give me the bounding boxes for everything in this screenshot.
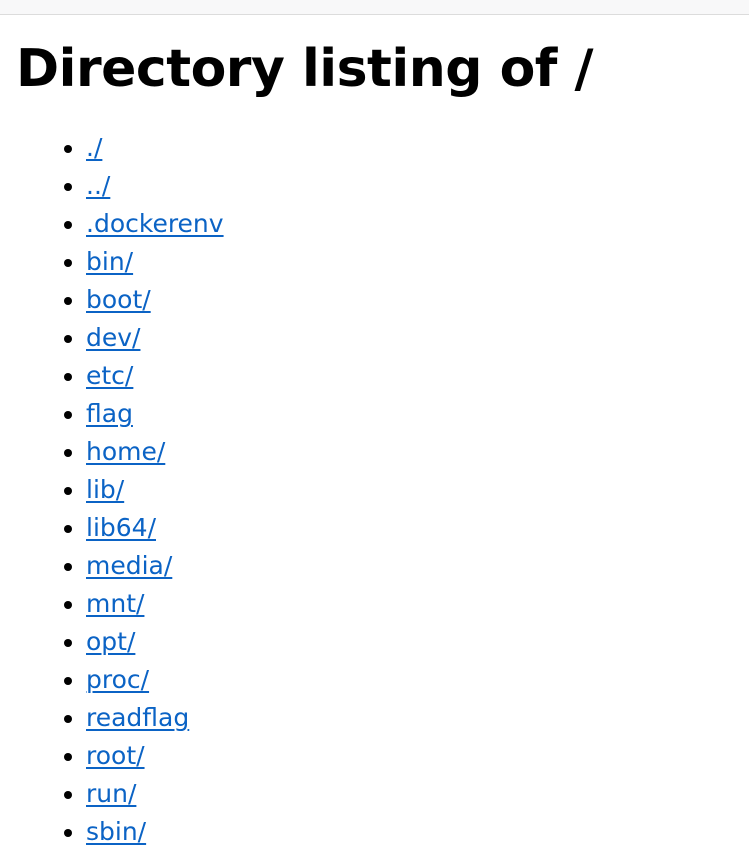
entry-link-opt[interactable]: opt/	[86, 627, 135, 656]
entry-link-etc[interactable]: etc/	[86, 361, 133, 390]
entry-link-sbin[interactable]: sbin/	[86, 817, 146, 846]
list-item: home/	[86, 433, 741, 471]
entry-link-proc[interactable]: proc/	[86, 665, 149, 694]
entry-link-dockerenv[interactable]: .dockerenv	[86, 209, 224, 238]
directory-listing: ./ ../ .dockerenv bin/ boot/ dev/ etc/ f…	[16, 129, 741, 851]
entry-link-parent-dir[interactable]: ../	[86, 171, 110, 200]
list-item: readflag	[86, 699, 741, 737]
entry-link-home[interactable]: home/	[86, 437, 165, 466]
list-item: flag	[86, 395, 741, 433]
list-item: media/	[86, 547, 741, 585]
entry-link-media[interactable]: media/	[86, 551, 172, 580]
list-item: ../	[86, 167, 741, 205]
list-item: lib/	[86, 471, 741, 509]
browser-top-strip	[0, 0, 749, 15]
entry-link-root[interactable]: root/	[86, 741, 145, 770]
entry-link-flag[interactable]: flag	[86, 399, 133, 428]
entry-link-readflag[interactable]: readflag	[86, 703, 189, 732]
list-item: mnt/	[86, 585, 741, 623]
list-item: boot/	[86, 281, 741, 319]
list-item: bin/	[86, 243, 741, 281]
list-item: opt/	[86, 623, 741, 661]
list-item: etc/	[86, 357, 741, 395]
entry-link-current-dir[interactable]: ./	[86, 133, 102, 162]
page-title: Directory listing of /	[16, 39, 594, 99]
list-item: proc/	[86, 661, 741, 699]
entry-link-run[interactable]: run/	[86, 779, 136, 808]
entry-link-dev[interactable]: dev/	[86, 323, 140, 352]
entry-link-boot[interactable]: boot/	[86, 285, 151, 314]
entry-link-lib[interactable]: lib/	[86, 475, 124, 504]
entry-link-lib64[interactable]: lib64/	[86, 513, 156, 542]
list-item: run/	[86, 775, 741, 813]
page-content: Directory listing of / ./ ../ .dockerenv…	[16, 15, 741, 851]
list-item: lib64/	[86, 509, 741, 547]
entry-link-bin[interactable]: bin/	[86, 247, 133, 276]
list-item: sbin/	[86, 813, 741, 851]
entry-link-mnt[interactable]: mnt/	[86, 589, 144, 618]
list-item: ./	[86, 129, 741, 167]
list-item: root/	[86, 737, 741, 775]
list-item: dev/	[86, 319, 741, 357]
list-item: .dockerenv	[86, 205, 741, 243]
